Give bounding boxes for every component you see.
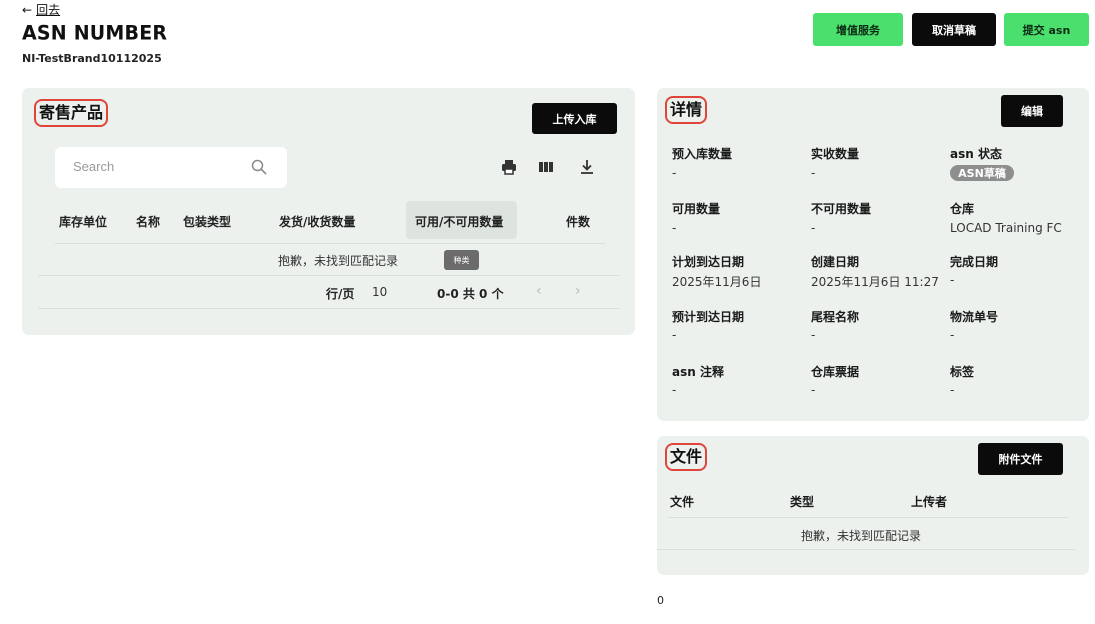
field-value-received-qty: - <box>811 166 816 180</box>
column-header-available-unavailable-qty[interactable]: 可用/不可用数量 <box>415 213 503 230</box>
table-divider <box>657 549 1075 550</box>
products-empty-message: 抱歉，未找到匹配记录 <box>278 254 399 268</box>
status-badge: ASN草稿 <box>950 165 1014 181</box>
files-column-header-type[interactable]: 类型 <box>790 493 814 510</box>
rows-per-page-label: 行/页 <box>326 287 355 301</box>
field-value-estimated-arrival: - <box>672 328 677 342</box>
files-column-header-file[interactable]: 文件 <box>670 493 694 510</box>
field-label-created-date: 创建日期 <box>811 255 860 269</box>
column-header-package-type[interactable]: 包装类型 <box>183 213 231 230</box>
table-divider <box>38 275 620 276</box>
field-label-estimated-arrival: 预计到达日期 <box>672 310 745 324</box>
column-header-shipped-received-qty[interactable]: 发货/收货数量 <box>279 213 355 230</box>
page-title: ASN NUMBER <box>22 21 168 45</box>
attach-file-button[interactable]: 附件文件 <box>978 443 1063 475</box>
search-box <box>55 147 287 188</box>
page-subtitle: NI-TestBrand10112025 <box>22 52 162 65</box>
field-label-warehouse-receipt: 仓库票据 <box>811 365 860 379</box>
search-input[interactable] <box>73 159 233 174</box>
field-label-tracking-number: 物流单号 <box>950 310 999 324</box>
back-label: 回去 <box>36 3 61 17</box>
field-value-last-mile-name: - <box>811 328 816 342</box>
products-section-title: 寄售产品 <box>34 99 109 127</box>
rows-per-page-select[interactable]: 10 <box>372 285 387 299</box>
field-label-tags: 标签 <box>950 365 975 379</box>
arrow-left-icon: ← <box>22 2 33 17</box>
field-value-available-qty: - <box>672 221 677 235</box>
columns-icon[interactable] <box>537 158 555 176</box>
field-value-tags: - <box>950 383 955 397</box>
chevron-left-icon[interactable]: ‹ <box>536 283 542 299</box>
field-value-warehouse: LOCAD Training FC <box>950 221 1062 235</box>
field-label-completed-date: 完成日期 <box>950 255 999 269</box>
download-icon[interactable] <box>578 158 596 176</box>
field-label-last-mile-name: 尾程名称 <box>811 310 860 324</box>
table-divider <box>55 243 605 244</box>
chevron-right-icon[interactable]: › <box>575 283 581 299</box>
pagination-range: 0-0 共 0 个 <box>437 287 504 301</box>
field-value-tracking-number: - <box>950 328 955 342</box>
field-label-planned-arrival: 计划到达日期 <box>672 255 745 269</box>
column-header-sku[interactable]: 库存单位 <box>59 213 107 230</box>
table-divider <box>38 308 620 309</box>
field-label-expected-qty: 预入库数量 <box>672 147 733 161</box>
field-value-warehouse-receipt: - <box>811 383 816 397</box>
files-section-title: 文件 <box>665 443 708 471</box>
field-value-completed-date: - <box>950 273 955 287</box>
field-label-asn-status: asn 状态 <box>950 147 1002 161</box>
field-label-warehouse: 仓库 <box>950 202 975 216</box>
table-divider <box>668 517 1068 518</box>
search-icon[interactable] <box>251 159 267 175</box>
details-section-title: 详情 <box>665 96 708 124</box>
field-value-unavailable-qty: - <box>811 221 816 235</box>
field-label-received-qty: 实收数量 <box>811 147 860 161</box>
field-label-unavailable-qty: 不可用数量 <box>811 202 872 216</box>
field-value-asn-notes: - <box>672 383 677 397</box>
field-value-expected-qty: - <box>672 166 677 180</box>
submit-asn-button[interactable]: 提交 asn <box>1004 13 1089 46</box>
column-header-pieces[interactable]: 件数 <box>566 213 590 230</box>
upload-inbound-button[interactable]: 上传入库 <box>532 103 617 134</box>
back-link[interactable]: ← 回去 <box>22 1 60 18</box>
value-added-services-button[interactable]: 增值服务 <box>813 13 903 46</box>
print-icon[interactable] <box>500 158 518 176</box>
files-column-header-uploader[interactable]: 上传者 <box>911 493 947 510</box>
field-label-asn-notes: asn 注释 <box>672 365 724 379</box>
cancel-draft-button[interactable]: 取消草稿 <box>912 13 996 46</box>
field-value-planned-arrival: 2025年11月6日 <box>672 275 762 289</box>
tooltip: 种类 <box>444 250 479 270</box>
footer-counter: 0 <box>657 594 664 607</box>
edit-button[interactable]: 编辑 <box>1001 95 1063 127</box>
field-label-available-qty: 可用数量 <box>672 202 721 216</box>
column-header-name[interactable]: 名称 <box>136 213 160 230</box>
field-value-created-date: 2025年11月6日 11:27 <box>811 275 939 289</box>
files-empty-message: 抱歉，未找到匹配记录 <box>801 529 922 543</box>
